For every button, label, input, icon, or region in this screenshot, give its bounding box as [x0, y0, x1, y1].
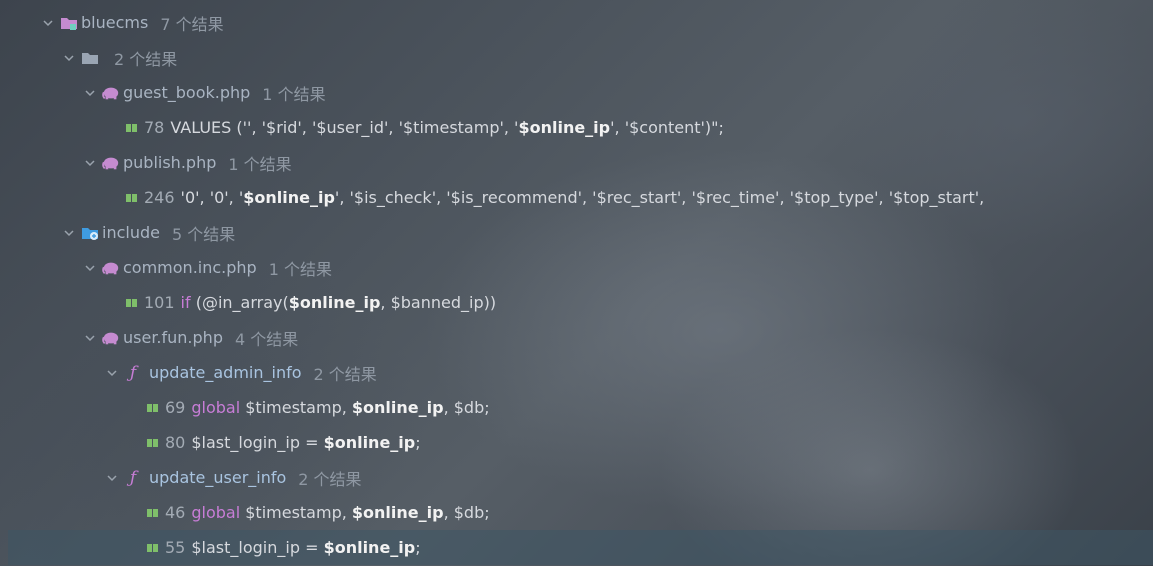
usage-line-icon — [126, 298, 138, 308]
tree-node-common-inc-php[interactable]: common.inc.php 1 个结果 — [0, 250, 1153, 285]
line-number: 78 — [144, 118, 165, 137]
code-after: ', '$content')"; — [610, 118, 724, 137]
match-highlight: $online_ip — [351, 503, 444, 522]
result-count: 1 个结果 — [262, 84, 326, 104]
code-snippet: VALUES ('', '$rid', '$user_id', '$timest… — [170, 118, 724, 137]
code-after: ; — [415, 433, 421, 452]
code-after: ; — [415, 538, 421, 557]
code-before: $last_login_ip = — [191, 538, 324, 557]
tree-node-bluecms[interactable]: bluecms 7 个结果 — [0, 5, 1153, 40]
usage-line[interactable]: 78 VALUES ('', '$rid', '$user_id', '$tim… — [0, 110, 1153, 145]
line-number: 101 — [144, 293, 175, 312]
function-icon: ƒ — [129, 467, 137, 488]
usage-line-icon — [147, 438, 159, 448]
include-folder-icon — [81, 224, 99, 242]
tree-node-folder[interactable]: 2 个结果 — [0, 40, 1153, 75]
usage-line[interactable]: 46 global $timestamp, $online_ip, $db; — [0, 495, 1153, 530]
usage-line-icon — [126, 193, 138, 203]
result-count: 1 个结果 — [268, 259, 332, 279]
usage-line-selected[interactable]: 55 $last_login_ip = $online_ip; — [8, 530, 1153, 565]
match-highlight: $online_ip — [323, 538, 416, 557]
chevron-down-icon[interactable] — [82, 330, 98, 346]
node-name: publish.php — [123, 153, 217, 172]
code-snippet: $last_login_ip = $online_ip; — [191, 538, 420, 557]
result-count: 4 个结果 — [234, 329, 299, 349]
result-count: 2 个结果 — [313, 364, 377, 384]
result-count: 2 个结果 — [114, 49, 178, 69]
code-before: $last_login_ip = — [191, 433, 324, 452]
tree-node-update-admin-info[interactable]: ƒ update_admin_info 2 个结果 — [0, 355, 1153, 390]
line-number: 46 — [165, 503, 186, 522]
tree-node-user-fun-php[interactable]: user.fun.php 4 个结果 — [0, 320, 1153, 355]
node-name: user.fun.php — [123, 328, 223, 347]
code-after: , $banned_ip)) — [380, 293, 497, 312]
code-before: $timestamp, — [240, 503, 352, 522]
line-number: 55 — [165, 538, 186, 557]
code-snippet: global $timestamp, $online_ip, $db; — [191, 398, 489, 417]
tree-node-update-user-info[interactable]: ƒ update_user_info 2 个结果 — [0, 460, 1153, 495]
keyword: if — [180, 293, 191, 312]
code-before: (@in_array( — [190, 293, 289, 312]
usage-line[interactable]: 69 global $timestamp, $online_ip, $db; — [0, 390, 1153, 425]
php-elephant-icon — [102, 154, 120, 172]
usage-line[interactable]: 246 '0', '0', '$online_ip', '$is_check',… — [0, 180, 1153, 215]
chevron-down-icon[interactable] — [82, 260, 98, 276]
chevron-down-icon[interactable] — [40, 15, 56, 31]
node-name: update_user_info — [149, 468, 287, 487]
code-after: ', '$is_check', '$is_recommend', '$rec_s… — [334, 188, 985, 207]
chevron-down-icon[interactable] — [82, 85, 98, 101]
result-count: 1 个结果 — [228, 154, 292, 174]
chevron-down-icon[interactable] — [104, 365, 120, 381]
usage-line[interactable]: 80 $last_login_ip = $online_ip; — [0, 425, 1153, 460]
code-snippet: global $timestamp, $online_ip, $db; — [191, 503, 489, 522]
match-highlight: $online_ip — [323, 433, 416, 452]
keyword: global — [191, 503, 241, 522]
chevron-down-icon[interactable] — [82, 155, 98, 171]
code-before: '0', '0', ' — [180, 188, 244, 207]
usage-line-icon — [147, 508, 159, 518]
code-snippet: '0', '0', '$online_ip', '$is_check', '$i… — [181, 188, 985, 207]
chevron-down-icon[interactable] — [61, 50, 77, 66]
folder-icon — [81, 49, 99, 67]
code-before: VALUES ('', '$rid', '$user_id', '$timest… — [170, 118, 519, 137]
keyword: global — [191, 398, 241, 417]
function-icon: ƒ — [129, 362, 137, 383]
code-snippet: if (@in_array($online_ip, $banned_ip)) — [181, 293, 497, 312]
node-name: common.inc.php — [123, 258, 257, 277]
code-before: $timestamp, — [240, 398, 352, 417]
php-elephant-icon — [102, 84, 120, 102]
node-name: bluecms — [81, 13, 149, 32]
chevron-down-icon[interactable] — [104, 470, 120, 486]
line-number: 80 — [165, 433, 186, 452]
usage-line-icon — [126, 123, 138, 133]
code-snippet: $last_login_ip = $online_ip; — [191, 433, 420, 452]
chevron-down-icon[interactable] — [61, 225, 77, 241]
code-after: , $db; — [443, 398, 490, 417]
result-count: 2 个结果 — [298, 469, 362, 489]
find-usages-tree: bluecms 7 个结果 2 个结果 guest_book.php 1 个结果… — [0, 5, 1153, 565]
usage-line-icon — [147, 403, 159, 413]
match-highlight: $online_ip — [288, 293, 381, 312]
match-highlight: $online_ip — [518, 118, 611, 137]
tree-node-guest-book-php[interactable]: guest_book.php 1 个结果 — [0, 75, 1153, 110]
result-count: 7 个结果 — [160, 14, 224, 34]
match-highlight: $online_ip — [351, 398, 444, 417]
line-number: 246 — [144, 188, 175, 207]
project-folder-icon — [60, 14, 78, 32]
tree-node-publish-php[interactable]: publish.php 1 个结果 — [0, 145, 1153, 180]
usage-line[interactable]: 101 if (@in_array($online_ip, $banned_ip… — [0, 285, 1153, 320]
php-elephant-icon — [102, 259, 120, 277]
tree-node-include[interactable]: include 5 个结果 — [0, 215, 1153, 250]
match-highlight: $online_ip — [243, 188, 335, 207]
php-elephant-icon — [102, 329, 120, 347]
code-after: , $db; — [443, 503, 490, 522]
node-name: guest_book.php — [123, 83, 251, 102]
node-name: update_admin_info — [149, 363, 302, 382]
node-name: include — [102, 223, 160, 242]
line-number: 69 — [165, 398, 186, 417]
result-count: 5 个结果 — [171, 224, 236, 244]
usage-line-icon — [147, 543, 159, 553]
